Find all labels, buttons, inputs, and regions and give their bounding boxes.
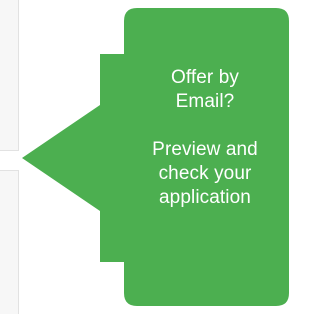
- callout-line: Preview and: [152, 139, 258, 160]
- callout-line: Offer by: [170, 67, 240, 88]
- callout-line: application: [159, 187, 251, 208]
- callout-gap: [126, 114, 284, 138]
- callout-line: Email?: [175, 91, 235, 112]
- callout-text: Offer by Email? Preview and check your a…: [126, 66, 284, 210]
- callout-line: check your: [158, 163, 252, 184]
- stage: Offer by Email? Preview and check your a…: [0, 0, 293, 314]
